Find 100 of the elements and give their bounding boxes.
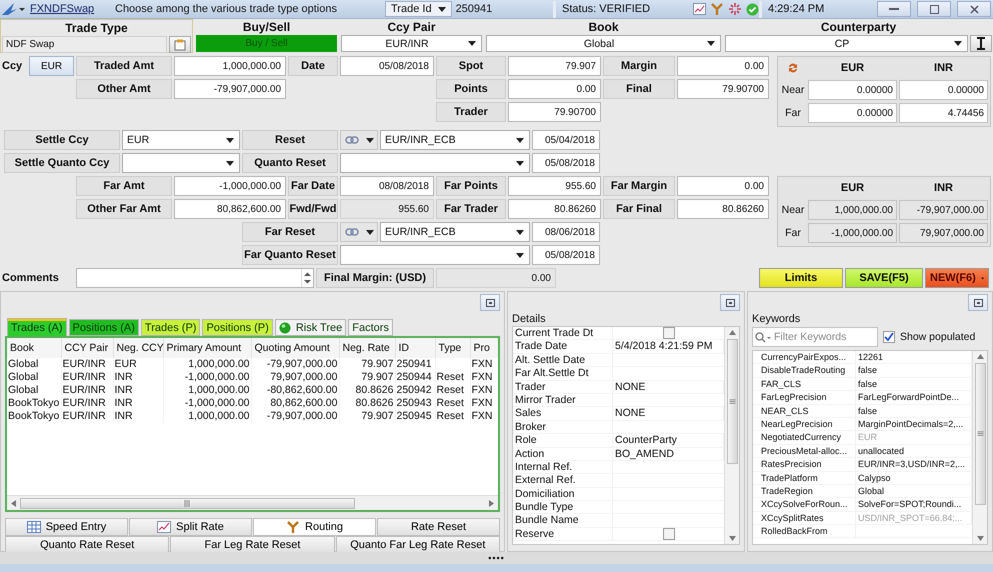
input-field[interactable]: 08/06/2018 xyxy=(532,222,600,242)
table-cell: FXN xyxy=(470,397,498,410)
value-field[interactable]: 4.74456 xyxy=(899,103,988,123)
dropdown[interactable]: EUR/INR_ECB xyxy=(380,130,530,150)
value-field[interactable]: 79,907,000.00 xyxy=(899,223,988,243)
trade-type-field[interactable]: NDF Swap xyxy=(2,36,167,53)
comments-field[interactable] xyxy=(76,268,314,288)
value-field[interactable]: -79,907,000.00 xyxy=(899,200,988,220)
input-field[interactable]: 79.907 xyxy=(508,56,601,76)
scrollbar[interactable] xyxy=(972,351,987,544)
scroll-right-icon[interactable] xyxy=(489,500,494,506)
close-button[interactable] xyxy=(957,1,991,17)
minimize-button[interactable] xyxy=(877,1,911,17)
dropdown[interactable]: Global xyxy=(486,35,721,52)
scroll-left-icon[interactable] xyxy=(11,500,16,506)
input-field[interactable]: 80.86260 xyxy=(508,199,601,219)
scroll-thumb[interactable] xyxy=(974,363,986,505)
input-field[interactable]: 955.60 xyxy=(340,199,434,219)
maximize-button[interactable] xyxy=(480,294,500,311)
scrollbar[interactable] xyxy=(7,495,498,510)
tab[interactable]: Risk Tree xyxy=(274,319,346,336)
input-field[interactable]: 79.90700 xyxy=(677,79,769,99)
input-field[interactable]: 0.00 xyxy=(436,268,556,288)
scroll-thumb[interactable] xyxy=(20,498,355,508)
tab[interactable]: Rate Reset xyxy=(377,518,500,536)
column-header[interactable]: Primary Amount xyxy=(163,338,251,358)
value-field[interactable]: -1,000,000.00 xyxy=(808,223,897,243)
input-field[interactable]: 955.60 xyxy=(508,176,601,196)
column-header[interactable]: Neg. CCY xyxy=(113,338,163,358)
input-field[interactable]: 05/04/2018 xyxy=(532,130,600,150)
checkbox[interactable] xyxy=(662,528,674,540)
column-header[interactable]: Book xyxy=(7,338,61,358)
input-field[interactable]: 05/08/2018 xyxy=(532,153,600,173)
column-header[interactable]: Pro xyxy=(470,338,498,358)
tab[interactable]: Split Rate xyxy=(129,518,252,536)
tab[interactable]: Trades (P) xyxy=(140,319,200,336)
dropdown[interactable]: EUR xyxy=(122,130,240,150)
action-button[interactable]: NEW(F6) xyxy=(925,268,989,288)
burst-icon[interactable] xyxy=(728,2,742,16)
spinner-icon[interactable] xyxy=(304,272,311,284)
input-field[interactable]: 80.86260 xyxy=(677,199,769,219)
scroll-down-icon[interactable] xyxy=(728,536,736,541)
tab[interactable]: Positions (P) xyxy=(202,319,273,336)
scroll-thumb[interactable] xyxy=(726,339,738,464)
dropdown[interactable]: EUR/INR_ECB xyxy=(380,222,530,242)
notes-button[interactable] xyxy=(169,36,191,53)
tab[interactable]: Positions (A) xyxy=(68,319,139,336)
tab[interactable]: Far Leg Rate Reset xyxy=(170,536,335,553)
maximize-button[interactable] xyxy=(968,294,988,311)
input-field[interactable]: -1,000,000.00 xyxy=(174,176,286,196)
input-field[interactable]: -79,907,000.00 xyxy=(174,79,286,99)
maximize-button[interactable] xyxy=(917,1,951,17)
column-header[interactable]: Quoting Amount xyxy=(251,338,339,358)
cursor-button[interactable] xyxy=(970,35,992,52)
trade-type-link[interactable]: FXNDFSwap xyxy=(30,3,94,15)
input-field[interactable]: 79.90700 xyxy=(508,102,601,122)
action-button[interactable]: Limits xyxy=(759,268,843,288)
link-dropdown[interactable] xyxy=(340,222,378,242)
tab[interactable]: Routing xyxy=(253,518,376,536)
input-field[interactable]: 0.00 xyxy=(508,79,601,99)
dropdown[interactable] xyxy=(122,153,240,173)
filter-field[interactable]: Filter Keywords xyxy=(752,327,878,347)
maximize-button[interactable] xyxy=(720,294,740,311)
currency-button[interactable]: EUR xyxy=(29,56,74,76)
swap-icon[interactable] xyxy=(787,62,799,74)
tab[interactable]: Speed Entry xyxy=(5,518,128,536)
chart-icon[interactable] xyxy=(693,3,706,15)
dropdown[interactable]: EUR/INR xyxy=(341,35,482,52)
tab[interactable]: Factors xyxy=(348,319,393,336)
action-button[interactable]: SAVE(F5) xyxy=(845,268,923,288)
input-field[interactable]: 0.00 xyxy=(677,56,769,76)
value-field[interactable]: 0.00000 xyxy=(899,80,988,100)
value-field[interactable]: 0.00000 xyxy=(808,103,897,123)
input-field[interactable]: 05/08/2018 xyxy=(532,245,600,265)
tab[interactable]: Quanto Rate Reset xyxy=(5,536,170,553)
link-dropdown[interactable] xyxy=(340,130,378,150)
input-field[interactable]: 0.00 xyxy=(677,176,769,196)
checkbox[interactable] xyxy=(883,331,895,343)
scroll-down-icon[interactable] xyxy=(976,536,984,541)
input-field[interactable]: 1,000,000.00 xyxy=(174,56,286,76)
resize-grip[interactable]: •••• xyxy=(488,553,505,563)
fork-icon[interactable] xyxy=(710,2,724,16)
scroll-up-icon[interactable] xyxy=(976,354,984,359)
column-header[interactable]: Neg. Rate xyxy=(339,338,395,358)
input-field[interactable]: 05/08/2018 xyxy=(340,56,434,76)
column-header[interactable]: Type xyxy=(435,338,470,358)
check-icon[interactable] xyxy=(746,2,759,16)
column-header[interactable]: CCY Pair xyxy=(61,338,113,358)
checkbox[interactable] xyxy=(662,327,674,340)
input-field[interactable]: 80,862,600.00 xyxy=(174,199,286,219)
value-field[interactable]: 1,000,000.00 xyxy=(808,200,897,220)
input-field[interactable]: 08/08/2018 xyxy=(340,176,434,196)
tab[interactable]: Quanto Far Leg Rate Reset xyxy=(336,536,500,553)
value-field[interactable]: 0.00000 xyxy=(808,80,897,100)
id-selector[interactable]: Trade Id xyxy=(385,1,452,17)
dropdown[interactable]: CP xyxy=(725,35,968,52)
column-header[interactable]: ID xyxy=(395,338,435,358)
scrollbar[interactable] xyxy=(724,327,739,544)
scroll-up-icon[interactable] xyxy=(728,330,736,335)
tab[interactable]: Trades (A) xyxy=(7,318,67,336)
